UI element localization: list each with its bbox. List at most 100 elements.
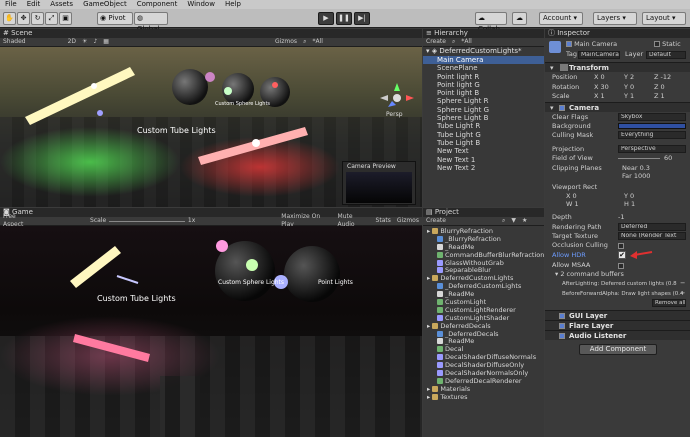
- viewport-y[interactable]: Y 0: [624, 192, 634, 200]
- scale-x[interactable]: X 1: [594, 92, 605, 100]
- project-asset[interactable]: _BlurryRefraction: [423, 235, 544, 244]
- audio-listener-header[interactable]: Audio Listener: [545, 330, 690, 340]
- occlusion-checkbox[interactable]: [618, 242, 624, 250]
- gizmos-dropdown[interactable]: Gizmos: [272, 38, 300, 46]
- filter-icon[interactable]: ▼: [508, 217, 519, 225]
- step-button[interactable]: ▶|: [354, 12, 370, 25]
- hierarchy-item[interactable]: Sphere Light B: [423, 114, 544, 122]
- far-field[interactable]: 1000: [634, 172, 651, 180]
- hand-tool-button[interactable]: ✋: [3, 12, 16, 25]
- position-x[interactable]: X 0: [594, 73, 605, 81]
- inspector-tab[interactable]: ⓘ Inspector: [545, 29, 690, 38]
- hierarchy-item[interactable]: Main Camera: [423, 56, 544, 65]
- menu-help[interactable]: Help: [220, 0, 246, 9]
- play-button[interactable]: ▶: [318, 12, 334, 25]
- hierarchy-item[interactable]: Point light R: [423, 73, 544, 81]
- project-tab[interactable]: ▤ Project: [423, 208, 544, 217]
- hierarchy-item[interactable]: Tube Light G: [423, 131, 544, 139]
- near-field[interactable]: 0.3: [640, 164, 650, 172]
- scene-viewport[interactable]: Custom Tube Lights Custom Sphere Lights …: [0, 47, 422, 207]
- project-asset[interactable]: _ReadMe: [423, 338, 544, 346]
- scale-tool-button[interactable]: ⤢: [45, 12, 58, 25]
- remove-all-button[interactable]: Remove all: [652, 299, 686, 307]
- viewport-h[interactable]: H 1: [624, 200, 635, 208]
- global-toggle[interactable]: ◍ Global: [134, 12, 168, 33]
- command-buffers-row[interactable]: ▾ 2 command buffers: [555, 270, 624, 278]
- scene-gizmo[interactable]: Persp: [380, 83, 414, 118]
- scene-search-input[interactable]: *All: [309, 38, 325, 46]
- hierarchy-item[interactable]: New Text 2: [423, 164, 544, 172]
- add-component-button[interactable]: Add Component: [579, 344, 657, 355]
- scene-root-row[interactable]: ▾ ◈ DeferredCustomLights*: [423, 47, 544, 56]
- scale-y[interactable]: Y 1: [624, 92, 634, 100]
- gui-layer-checkbox[interactable]: [559, 312, 565, 320]
- scale-slider[interactable]: [109, 220, 185, 222]
- camera-enabled-checkbox[interactable]: [559, 104, 565, 112]
- minus-icon[interactable]: −: [680, 279, 685, 287]
- menu-component[interactable]: Component: [132, 0, 183, 9]
- menu-file[interactable]: File: [0, 0, 22, 9]
- culling-mask-dropdown[interactable]: Everything: [618, 131, 686, 139]
- hierarchy-item[interactable]: Tube Light R: [423, 122, 544, 130]
- rotate-tool-button[interactable]: ↻: [31, 12, 44, 25]
- tag-dropdown[interactable]: MainCamera: [578, 51, 620, 59]
- rotation-y[interactable]: Y 0: [624, 83, 634, 91]
- scene-tab[interactable]: # Scene: [0, 29, 422, 38]
- minus-icon[interactable]: −: [680, 289, 685, 297]
- hierarchy-item[interactable]: Sphere Light R: [423, 97, 544, 105]
- move-tool-button[interactable]: ✥: [17, 12, 30, 25]
- menu-gameobject[interactable]: GameObject: [78, 0, 132, 9]
- game-gizmos-dropdown[interactable]: Gizmos: [394, 217, 422, 225]
- hierarchy-item[interactable]: Point light B: [423, 89, 544, 97]
- gui-layer-header[interactable]: GUI Layer: [545, 310, 690, 320]
- target-texture-field[interactable]: None (Render Text: [618, 232, 686, 240]
- hierarchy-item[interactable]: ScenePlane: [423, 64, 544, 72]
- object-name-field[interactable]: Main Camera: [574, 40, 617, 48]
- background-color-swatch[interactable]: [618, 123, 686, 129]
- fov-value[interactable]: 60: [664, 154, 672, 162]
- allow-hdr-checkbox[interactable]: ✔: [618, 251, 626, 259]
- viewport-x[interactable]: X 0: [566, 192, 577, 200]
- pivot-toggle[interactable]: ◉ Pivot: [97, 12, 133, 25]
- fov-slider[interactable]: [618, 158, 660, 159]
- hierarchy-tab[interactable]: ≡ Hierarchy: [423, 29, 544, 38]
- game-viewport[interactable]: Custom Tube Lights Custom Sphere Lights …: [0, 226, 422, 437]
- flare-layer-header[interactable]: Flare Layer: [545, 320, 690, 330]
- layer-dropdown[interactable]: Default: [646, 51, 686, 59]
- position-y[interactable]: Y 2: [624, 73, 634, 81]
- 2d-toggle[interactable]: 2D: [65, 38, 79, 46]
- hierarchy-item[interactable]: New Text 1: [423, 156, 544, 164]
- rect-tool-button[interactable]: ▣: [59, 12, 72, 25]
- scale-z[interactable]: Z 1: [654, 92, 665, 100]
- hierarchy-search-input[interactable]: *All: [458, 38, 474, 46]
- layers-dropdown[interactable]: Layers ▾: [593, 12, 637, 25]
- projection-dropdown[interactable]: Perspective: [618, 145, 686, 153]
- hierarchy-item[interactable]: Tube Light B: [423, 139, 544, 147]
- audio-toggle-icon[interactable]: ♪: [90, 38, 100, 46]
- rendering-path-dropdown[interactable]: Deferred: [618, 223, 686, 231]
- layout-dropdown[interactable]: Layout ▾: [642, 12, 686, 25]
- shading-dropdown[interactable]: Shaded: [0, 38, 29, 46]
- active-checkbox[interactable]: [566, 41, 572, 47]
- camera-header[interactable]: Camera: [545, 102, 690, 112]
- project-asset[interactable]: _DeferredCustomLights: [423, 282, 544, 291]
- audio-listener-checkbox[interactable]: [559, 332, 565, 340]
- hierarchy-item[interactable]: Sphere Light G: [423, 106, 544, 114]
- project-folder[interactable]: ▸ Textures: [423, 393, 544, 402]
- depth-field[interactable]: -1: [618, 213, 624, 221]
- star-icon[interactable]: ★: [519, 217, 530, 225]
- rotation-x[interactable]: X 30: [594, 83, 609, 91]
- position-z[interactable]: Z -12: [654, 73, 671, 81]
- menu-edit[interactable]: Edit: [22, 0, 46, 9]
- rotation-z[interactable]: Z 0: [654, 83, 665, 91]
- light-toggle-icon[interactable]: ☀: [79, 38, 90, 46]
- project-asset[interactable]: _DeferredDecals: [423, 330, 544, 339]
- flare-layer-checkbox[interactable]: [559, 322, 565, 330]
- project-create-button[interactable]: Create: [423, 217, 449, 225]
- menu-assets[interactable]: Assets: [45, 0, 78, 9]
- menu-window[interactable]: Window: [182, 0, 220, 9]
- pause-button[interactable]: ❚❚: [336, 12, 352, 25]
- cloud-button[interactable]: ☁: [512, 12, 527, 25]
- clear-flags-dropdown[interactable]: Skybox: [618, 113, 686, 121]
- static-checkbox[interactable]: [654, 41, 660, 47]
